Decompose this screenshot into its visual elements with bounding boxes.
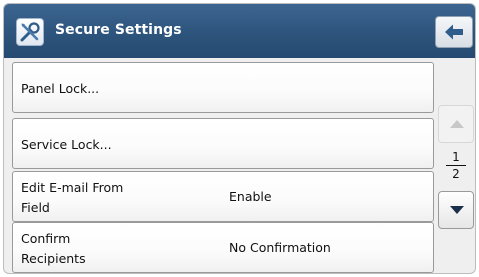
row-label-line: Edit E-mail From [21,180,124,195]
page-separator [446,165,466,166]
back-button[interactable] [435,16,473,48]
tools-icon [16,18,44,46]
page-current: 1 [452,150,460,164]
pager: 1 2 [438,105,474,232]
page-title: Secure Settings [55,22,182,38]
row-label-line: Recipients [21,251,86,266]
secure-settings-screen: Secure Settings Panel Lock... Service Lo… [3,3,476,274]
scroll-down-icon [450,206,464,214]
row-value: Enable [229,189,272,204]
row-label: Confirm Recipients [21,229,86,269]
service-lock-row[interactable]: Service Lock... [12,118,434,169]
row-label: Service Lock... [21,137,112,152]
row-label: Edit E-mail From Field [21,178,123,218]
row-value: No Confirmation [229,240,331,255]
edit-email-from-field-row[interactable]: Edit E-mail From Field Enable [12,171,434,222]
confirm-recipients-row[interactable]: Confirm Recipients No Confirmation [12,222,434,273]
row-label: Panel Lock... [21,81,100,96]
row-label-line: Confirm [21,231,71,246]
scroll-down-button[interactable] [438,191,474,229]
panel-lock-row[interactable]: Panel Lock... [12,62,434,113]
scroll-up-icon [450,120,464,128]
page-total: 2 [452,167,460,181]
row-label-line: Field [21,200,50,215]
title-bar: Secure Settings [4,4,475,58]
scroll-up-button[interactable] [438,105,474,143]
back-arrow-icon [445,24,463,40]
